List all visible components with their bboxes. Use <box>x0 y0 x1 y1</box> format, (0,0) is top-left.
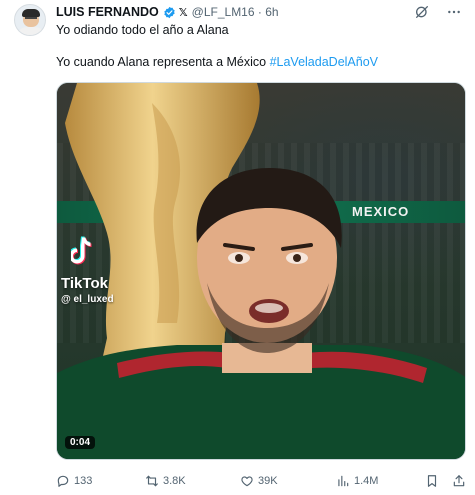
share-icon <box>453 475 465 487</box>
header-actions <box>413 3 463 21</box>
grok-icon[interactable] <box>413 3 431 21</box>
views-button[interactable]: 1.4M <box>336 474 378 488</box>
tweet-text-line-2-text: Yo cuando Alana representa a México <box>56 55 270 69</box>
more-icon[interactable] <box>445 3 463 21</box>
repost-count: 3.8K <box>163 475 186 487</box>
tiktok-watermark-brand: TikTok <box>61 275 108 292</box>
share-button[interactable] <box>452 474 466 488</box>
author-handle[interactable]: @LF_LM16 · 6h <box>192 5 279 19</box>
player-image <box>57 168 465 459</box>
x-logo-icon: 𝕏 <box>178 6 188 19</box>
like-button[interactable]: 39K <box>240 474 278 488</box>
tweet-text-line-2: Yo cuando Alana representa a México #LaV… <box>56 55 378 69</box>
views-icon <box>338 475 349 487</box>
views-count: 1.4M <box>354 475 379 487</box>
like-count: 39K <box>258 475 278 487</box>
tiktok-icon <box>71 236 92 265</box>
verified-badge-icon <box>164 6 175 18</box>
like-icon <box>241 476 253 487</box>
tweet-text-line-1: Yo odiando todo el año a Alana <box>56 23 229 37</box>
reply-icon <box>57 475 69 487</box>
reply-button[interactable]: 133 <box>56 474 92 488</box>
reply-count: 133 <box>74 475 93 487</box>
author-name[interactable]: LUIS FERNANDO <box>56 5 159 19</box>
tweet-card[interactable]: LUIS FERNANDO 𝕏 @LF_LM16 · 6h Yo odiando… <box>0 0 475 495</box>
hashtag-link[interactable]: #LaVeladaDelAñoV <box>270 55 378 69</box>
video-player[interactable]: MEXICO TikTok @ el_luxed 0:04 <box>56 82 466 460</box>
bookmark-icon <box>427 475 437 487</box>
tiktok-watermark-user: @ el_luxed <box>61 294 114 305</box>
bookmark-button[interactable] <box>425 474 439 488</box>
action-bar: 133 3.8K 39K 1.4M <box>56 474 468 490</box>
repost-button[interactable]: 3.8K <box>145 474 186 488</box>
video-time-badge: 0:04 <box>65 436 96 449</box>
tweet-header: LUIS FERNANDO 𝕏 @LF_LM16 · 6h <box>56 4 279 20</box>
avatar[interactable] <box>14 4 46 36</box>
repost-icon <box>146 475 158 487</box>
